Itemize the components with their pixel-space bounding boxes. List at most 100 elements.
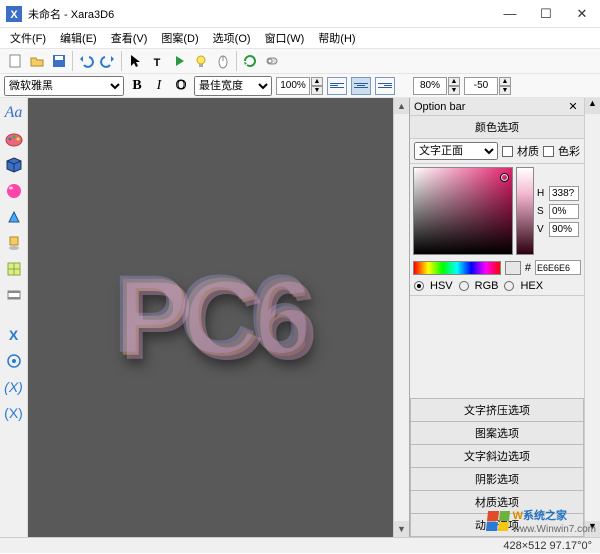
mouse-button[interactable] bbox=[212, 50, 234, 72]
sv-picker[interactable] bbox=[413, 167, 513, 255]
option-bar-title: Option bar bbox=[414, 101, 465, 113]
zoom-input[interactable] bbox=[276, 77, 310, 95]
opacity-up[interactable]: ▲ bbox=[448, 77, 460, 86]
rotate-button[interactable] bbox=[3, 350, 25, 372]
canvas-vscroll[interactable]: ▲▼ bbox=[393, 98, 409, 537]
scroll-down-icon[interactable]: ▼ bbox=[394, 521, 409, 537]
save-button[interactable] bbox=[48, 50, 70, 72]
menu-file[interactable]: 文件(F) bbox=[4, 29, 52, 47]
bold-button[interactable]: B bbox=[128, 77, 146, 95]
canvas[interactable]: PC6 bbox=[28, 98, 393, 537]
option-bar-close[interactable]: ✕ bbox=[566, 100, 580, 113]
toggle-button[interactable] bbox=[261, 50, 283, 72]
material-checkbox[interactable] bbox=[502, 146, 513, 157]
cursor-button[interactable] bbox=[124, 50, 146, 72]
option-bar-header: Option bar ✕ bbox=[410, 98, 584, 116]
color-swatch bbox=[505, 261, 521, 275]
cube-button[interactable] bbox=[3, 154, 25, 176]
width-select[interactable]: 最佳宽度 bbox=[194, 76, 272, 96]
text-style-button[interactable]: Aa bbox=[3, 102, 25, 124]
zoom-control[interactable]: ▲▼ bbox=[276, 77, 323, 95]
opacity-down[interactable]: ▼ bbox=[448, 86, 460, 95]
light-button[interactable] bbox=[190, 50, 212, 72]
depth-down[interactable]: ▼ bbox=[499, 86, 511, 95]
svg-text:X: X bbox=[10, 9, 18, 21]
watermark: W系统之家 www.Winwin7.com bbox=[487, 507, 596, 535]
zoom-down[interactable]: ▼ bbox=[311, 86, 323, 95]
text-tool-button[interactable]: T bbox=[146, 50, 168, 72]
v-label: V bbox=[537, 224, 547, 235]
menu-options[interactable]: 选项(O) bbox=[207, 29, 257, 47]
hsv-inputs: H S V bbox=[537, 167, 581, 255]
align-center-button[interactable] bbox=[351, 77, 371, 95]
rgb-radio[interactable] bbox=[459, 281, 469, 291]
hash-icon: # bbox=[525, 262, 531, 274]
maximize-button[interactable]: ☐ bbox=[528, 0, 564, 28]
undo-button[interactable] bbox=[75, 50, 97, 72]
section-extrude[interactable]: 文字挤压选项 bbox=[410, 398, 584, 421]
shadow-button[interactable] bbox=[3, 232, 25, 254]
panel-scroll-up[interactable]: ▲ bbox=[585, 98, 600, 114]
main-area: Aa X (X) (X) PC6 ▲▼ Option bar ✕ 颜色选项 文字… bbox=[0, 98, 600, 537]
color-label: 色彩 bbox=[558, 143, 580, 159]
sv-cursor-icon bbox=[501, 174, 508, 181]
s-input[interactable] bbox=[549, 204, 579, 219]
hsv-mode-label: HSV bbox=[430, 280, 453, 292]
color-target-row: 文字正面 材质 色彩 bbox=[410, 139, 584, 164]
menu-edit[interactable]: 编辑(E) bbox=[54, 29, 103, 47]
section-shadow[interactable]: 阴影选项 bbox=[410, 467, 584, 490]
x-axis-button[interactable]: X bbox=[3, 324, 25, 346]
color-section-header[interactable]: 颜色选项 bbox=[410, 116, 584, 139]
sphere-button[interactable] bbox=[3, 180, 25, 202]
hue-slider[interactable] bbox=[413, 261, 501, 275]
depth-input[interactable] bbox=[464, 77, 498, 95]
refresh-button[interactable] bbox=[239, 50, 261, 72]
palette-button[interactable] bbox=[3, 128, 25, 150]
italic-x-button[interactable]: (X) bbox=[3, 376, 25, 398]
watermark-url: www.Winwin7.com bbox=[513, 524, 596, 535]
status-text: 428×512 97.17°0° bbox=[495, 538, 600, 553]
menu-view[interactable]: 查看(V) bbox=[105, 29, 154, 47]
hsv-radio[interactable] bbox=[414, 281, 424, 291]
hex-radio[interactable] bbox=[504, 281, 514, 291]
bevel-button[interactable] bbox=[3, 206, 25, 228]
main-toolbar: T bbox=[0, 48, 600, 74]
h-input[interactable] bbox=[549, 186, 579, 201]
color-target-select[interactable]: 文字正面 bbox=[414, 142, 498, 160]
section-pattern[interactable]: 图案选项 bbox=[410, 421, 584, 444]
zoom-up[interactable]: ▲ bbox=[311, 77, 323, 86]
font-select[interactable]: 微软雅黑 bbox=[4, 76, 124, 96]
texture-button[interactable] bbox=[3, 258, 25, 280]
new-button[interactable] bbox=[4, 50, 26, 72]
menu-help[interactable]: 帮助(H) bbox=[312, 29, 361, 47]
v-input[interactable] bbox=[549, 222, 579, 237]
hex-mode-label: HEX bbox=[520, 280, 543, 292]
depth-up[interactable]: ▲ bbox=[499, 77, 511, 86]
section-bevel[interactable]: 文字斜边选项 bbox=[410, 444, 584, 467]
menu-window[interactable]: 窗口(W) bbox=[259, 29, 311, 47]
open-button[interactable] bbox=[26, 50, 48, 72]
opacity-control[interactable]: ▲▼ bbox=[413, 77, 460, 95]
outline-button[interactable]: O bbox=[172, 77, 190, 95]
animation-button[interactable] bbox=[3, 284, 25, 306]
watermark-text: 系统之家 bbox=[523, 510, 567, 522]
align-right-button[interactable] bbox=[375, 77, 395, 95]
minimize-button[interactable]: — bbox=[492, 0, 528, 28]
align-left-button[interactable] bbox=[327, 77, 347, 95]
depth-control[interactable]: ▲▼ bbox=[464, 77, 511, 95]
hex-input[interactable] bbox=[535, 260, 581, 275]
play-button[interactable] bbox=[168, 50, 190, 72]
close-button[interactable]: ✕ bbox=[564, 0, 600, 28]
opacity-input[interactable] bbox=[413, 77, 447, 95]
side-toolbar: Aa X (X) (X) bbox=[0, 98, 28, 537]
italic-button[interactable]: I bbox=[150, 77, 168, 95]
scroll-up-icon[interactable]: ▲ bbox=[394, 98, 409, 114]
redo-button[interactable] bbox=[97, 50, 119, 72]
value-slider[interactable] bbox=[516, 167, 534, 255]
color-checkbox[interactable] bbox=[543, 146, 554, 157]
reset-x-button[interactable]: (X) bbox=[3, 402, 25, 424]
menu-pattern[interactable]: 图案(D) bbox=[155, 29, 204, 47]
panel-vscroll[interactable]: ▲▼ bbox=[584, 98, 600, 537]
color-mode-row: HSV RGB HEX bbox=[410, 277, 584, 296]
hue-row: # bbox=[410, 258, 584, 277]
